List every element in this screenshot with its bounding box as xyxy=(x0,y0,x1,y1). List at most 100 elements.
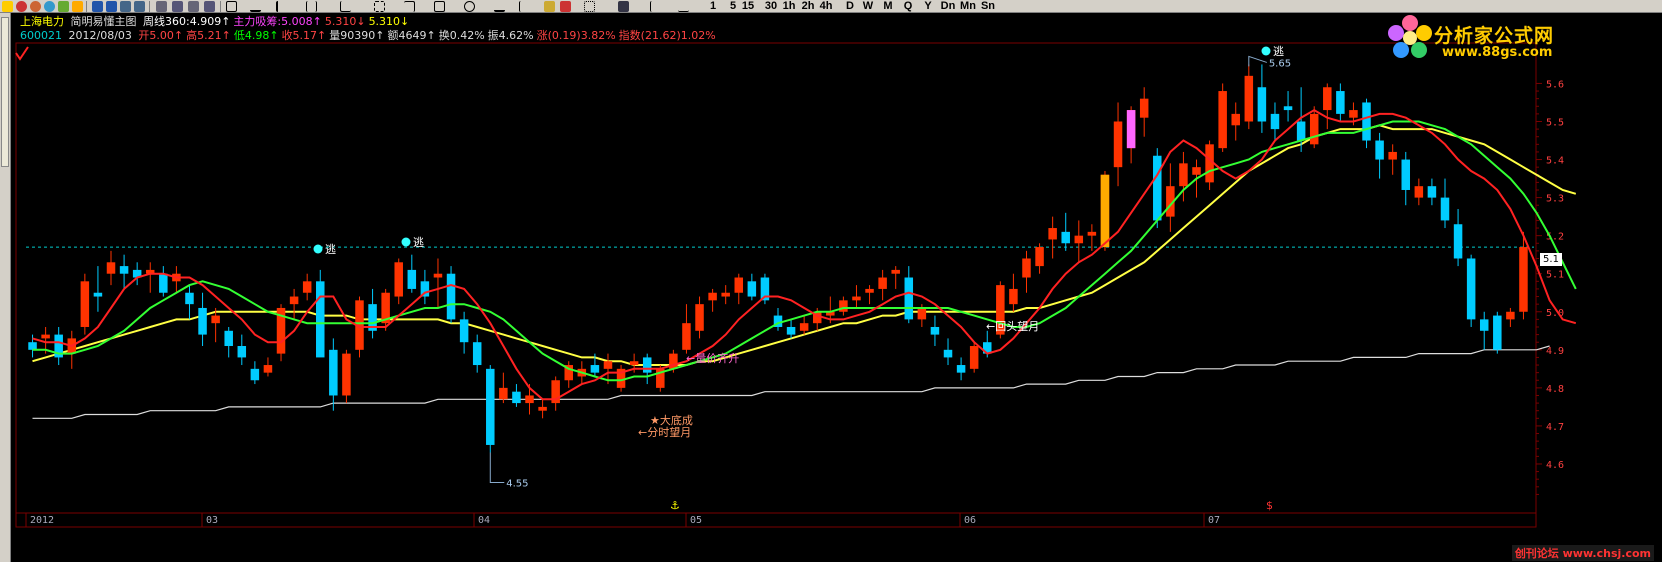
window-icon[interactable] xyxy=(134,1,145,12)
save-icon[interactable] xyxy=(618,1,629,12)
candle-body xyxy=(1506,311,1515,320)
frame-icon[interactable] xyxy=(188,1,199,12)
grid-icon[interactable] xyxy=(106,1,117,12)
back-icon[interactable] xyxy=(16,1,27,12)
period-button-1[interactable]: 1 xyxy=(705,0,721,13)
period-button-30[interactable]: 30 xyxy=(762,0,780,13)
forward-icon[interactable] xyxy=(30,1,41,12)
candle-body xyxy=(904,277,914,320)
candle-body xyxy=(263,365,273,373)
candle-body xyxy=(525,395,534,404)
trend-icon[interactable] xyxy=(678,1,689,12)
brush-icon[interactable] xyxy=(560,1,571,12)
layout-icon[interactable] xyxy=(156,1,167,12)
candle-body xyxy=(1153,155,1162,221)
candle-body xyxy=(1296,121,1306,141)
font-tool-icon[interactable] xyxy=(519,1,530,12)
period-button-5[interactable]: 5 xyxy=(725,0,741,13)
candle-body xyxy=(28,342,37,350)
chart-icon[interactable] xyxy=(172,1,183,12)
ma10-line xyxy=(32,120,1577,382)
period-button-4h[interactable]: 4h xyxy=(818,0,834,13)
candle-body xyxy=(839,300,848,312)
period-button-15[interactable]: 15 xyxy=(740,0,756,13)
scroll-thumb[interactable] xyxy=(1,17,9,167)
text-tool-icon[interactable] xyxy=(276,1,287,12)
rect-tool-icon[interactable] xyxy=(434,1,445,12)
candle-body xyxy=(93,292,103,297)
candle-body xyxy=(1022,258,1031,278)
escape-dot-icon xyxy=(1261,46,1271,56)
period-button-sn[interactable]: Sn xyxy=(980,0,996,13)
candle-body xyxy=(237,346,247,358)
candle-body xyxy=(891,269,900,274)
candle-body xyxy=(80,281,90,327)
bottom-credit[interactable]: 创刊论坛 www.chsj.com xyxy=(1511,545,1654,561)
period-button-m[interactable]: M xyxy=(880,0,896,13)
pointer-icon[interactable] xyxy=(226,1,237,12)
dots-icon[interactable] xyxy=(584,1,595,12)
cursor-icon[interactable] xyxy=(650,1,661,12)
candle-body xyxy=(1048,228,1057,240)
candle-body xyxy=(747,281,757,297)
period-button-y[interactable]: Y xyxy=(920,0,936,13)
refresh-icon[interactable] xyxy=(58,1,69,12)
x-axis-label: 07 xyxy=(1208,515,1220,526)
period-button-1h[interactable]: 1h xyxy=(781,0,797,13)
period-button-q[interactable]: Q xyxy=(900,0,916,13)
eraser-icon[interactable] xyxy=(544,1,555,12)
pattern-tool-icon[interactable] xyxy=(374,1,385,12)
pencil-icon[interactable] xyxy=(72,1,83,12)
line2-item: 高5.21↑ xyxy=(186,29,231,42)
escape-label: 逃 xyxy=(413,236,424,249)
period-button-mn[interactable]: Mn xyxy=(960,0,976,13)
candle-body xyxy=(1061,231,1070,244)
candle-body xyxy=(1375,140,1384,160)
candle-body xyxy=(943,349,953,358)
stock-name: 上海电力 xyxy=(20,15,64,28)
candle-body xyxy=(1231,113,1240,126)
plot-border xyxy=(15,42,1537,528)
arrow-tool-icon[interactable] xyxy=(494,1,505,12)
period-button-w[interactable]: W xyxy=(860,0,876,13)
candle-body xyxy=(1401,159,1411,190)
candle-body xyxy=(329,349,338,396)
x-axis-label: 04 xyxy=(478,515,490,526)
candle-body xyxy=(342,353,351,396)
list-icon[interactable] xyxy=(92,1,103,12)
left-scrollbar[interactable] xyxy=(0,13,11,562)
chart-panel[interactable]: 5.6 5.5 5.4 5.3 5.2 5.1 5.0 4.9 4.8 4.7 4.6 2012 03 0… xyxy=(12,13,1662,562)
candle-body xyxy=(1493,315,1502,350)
candle-body xyxy=(1519,247,1528,312)
period-button-d[interactable]: D xyxy=(842,0,858,13)
escape-dot-icon xyxy=(313,244,323,254)
line-tool-icon[interactable] xyxy=(250,1,261,12)
candle-body xyxy=(1009,288,1018,305)
candle-body xyxy=(721,292,730,297)
candle-body xyxy=(1074,235,1084,244)
y-axis-label: 4.6 xyxy=(1546,460,1564,471)
candle-body xyxy=(1244,75,1254,122)
angle-tool-icon[interactable] xyxy=(340,1,351,12)
circle-tool-icon[interactable] xyxy=(464,1,475,12)
candle-body xyxy=(1179,163,1188,187)
home-icon[interactable] xyxy=(2,1,13,12)
candle-body xyxy=(224,330,233,347)
globe-icon[interactable] xyxy=(44,1,55,12)
candle-body xyxy=(302,281,312,293)
picture-icon[interactable] xyxy=(204,1,215,12)
kline-chart[interactable]: 5.65.55.45.35.25.15.04.94.84.74.62012 03 0… xyxy=(12,13,1662,562)
period-button-2h[interactable]: 2h xyxy=(800,0,816,13)
escape-dot-icon xyxy=(401,237,411,247)
candle-body xyxy=(956,365,966,373)
candle-body xyxy=(250,368,260,381)
escape-label: 逃 xyxy=(325,243,336,256)
period-button-dn[interactable]: Dn xyxy=(940,0,956,13)
candle-body xyxy=(1283,106,1293,111)
fan-tool-icon[interactable] xyxy=(404,1,415,12)
candle-body xyxy=(708,292,717,301)
candle-body xyxy=(446,273,456,320)
bars-tool-icon[interactable] xyxy=(306,1,317,12)
line2-item: 涨(0.19)3.82% xyxy=(536,29,616,42)
table-icon[interactable] xyxy=(120,1,131,12)
